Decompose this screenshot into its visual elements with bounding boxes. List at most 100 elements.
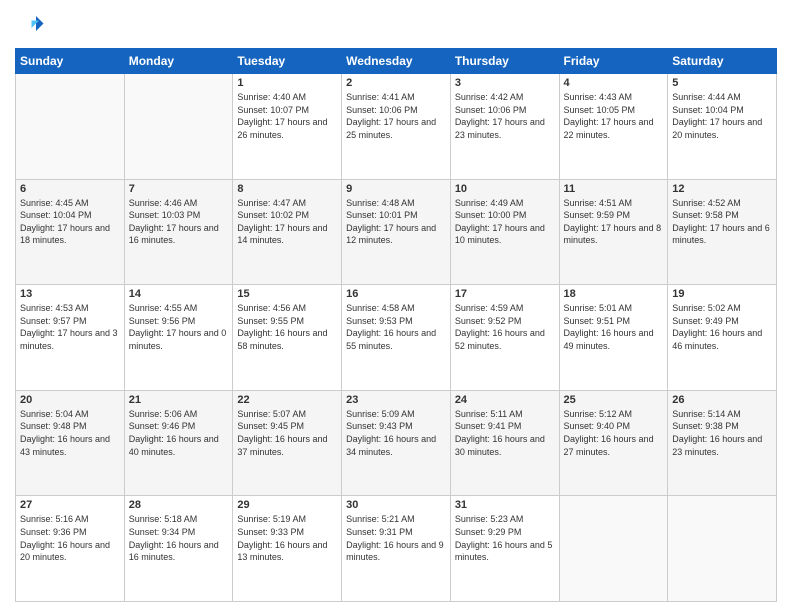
logo xyxy=(15,10,49,40)
calendar-cell: 19Sunrise: 5:02 AM Sunset: 9:49 PM Dayli… xyxy=(668,285,777,391)
cell-content: Sunrise: 5:21 AM Sunset: 9:31 PM Dayligh… xyxy=(346,513,446,563)
calendar-cell: 27Sunrise: 5:16 AM Sunset: 9:36 PM Dayli… xyxy=(16,496,125,602)
day-header: Friday xyxy=(559,49,668,74)
day-number: 26 xyxy=(672,394,772,406)
day-number: 5 xyxy=(672,77,772,89)
calendar-cell: 2 Sunrise: 4:41 AM Sunset: 10:06 PM Dayli… xyxy=(342,74,451,180)
calendar-table: SundayMondayTuesdayWednesdayThursdayFrid… xyxy=(15,48,777,602)
cell-content: Sunrise: 4:47 AM Sunset: 10:02 PM Daylig… xyxy=(237,197,337,247)
day-header: Monday xyxy=(124,49,233,74)
day-number: 17 xyxy=(455,288,555,300)
day-number: 2 xyxy=(346,77,446,89)
day-number: 7 xyxy=(129,183,229,195)
day-number: 27 xyxy=(20,499,120,511)
cell-content: Sunrise: 5:11 AM Sunset: 9:41 PM Dayligh… xyxy=(455,408,555,458)
day-number: 31 xyxy=(455,499,555,511)
day-number: 4 xyxy=(564,77,664,89)
calendar-cell: 10 Sunrise: 4:49 AM Sunset: 10:00 PM Dayl… xyxy=(450,179,559,285)
calendar-week-row: 27Sunrise: 5:16 AM Sunset: 9:36 PM Dayli… xyxy=(16,496,777,602)
cell-content: Sunrise: 4:45 AM Sunset: 10:04 PM Daylig… xyxy=(20,197,120,247)
calendar-cell: 31 Sunrise: 5:23 AM Sunset: 9:29 PM Dayli… xyxy=(450,496,559,602)
header xyxy=(15,10,777,40)
day-number: 9 xyxy=(346,183,446,195)
day-number: 28 xyxy=(129,499,229,511)
calendar-cell: 12 Sunrise: 4:52 AM Sunset: 9:58 PM Dayli… xyxy=(668,179,777,285)
cell-content: Sunrise: 4:58 AM Sunset: 9:53 PM Dayligh… xyxy=(346,302,446,352)
day-number: 12 xyxy=(672,183,772,195)
cell-content: Sunrise: 5:04 AM Sunset: 9:48 PM Dayligh… xyxy=(20,408,120,458)
day-number: 6 xyxy=(20,183,120,195)
calendar-cell: 5 Sunrise: 4:44 AM Sunset: 10:04 PM Dayli… xyxy=(668,74,777,180)
cell-content: Sunrise: 4:48 AM Sunset: 10:01 PM Daylig… xyxy=(346,197,446,247)
cell-content: Sunrise: 5:12 AM Sunset: 9:40 PM Dayligh… xyxy=(564,408,664,458)
calendar-cell: 24 Sunrise: 5:11 AM Sunset: 9:41 PM Dayli… xyxy=(450,390,559,496)
cell-content: Sunrise: 4:53 AM Sunset: 9:57 PM Dayligh… xyxy=(20,302,120,352)
calendar-cell: 8Sunrise: 4:47 AM Sunset: 10:02 PM Dayli… xyxy=(233,179,342,285)
cell-content: Sunrise: 5:09 AM Sunset: 9:43 PM Dayligh… xyxy=(346,408,446,458)
calendar-cell: 16 Sunrise: 4:58 AM Sunset: 9:53 PM Dayli… xyxy=(342,285,451,391)
day-number: 30 xyxy=(346,499,446,511)
day-header: Tuesday xyxy=(233,49,342,74)
cell-content: Sunrise: 4:52 AM Sunset: 9:58 PM Dayligh… xyxy=(672,197,772,247)
calendar-cell: 1 Sunrise: 4:40 AM Sunset: 10:07 PM Dayli… xyxy=(233,74,342,180)
calendar-cell xyxy=(16,74,125,180)
cell-content: Sunrise: 4:44 AM Sunset: 10:04 PM Daylig… xyxy=(672,91,772,141)
cell-content: Sunrise: 4:51 AM Sunset: 9:59 PM Dayligh… xyxy=(564,197,664,247)
calendar-cell: 14 Sunrise: 4:55 AM Sunset: 9:56 PM Dayli… xyxy=(124,285,233,391)
calendar-body: 1 Sunrise: 4:40 AM Sunset: 10:07 PM Dayli… xyxy=(16,74,777,602)
day-header: Wednesday xyxy=(342,49,451,74)
calendar-cell xyxy=(668,496,777,602)
calendar-cell: 9 Sunrise: 4:48 AM Sunset: 10:01 PM Dayli… xyxy=(342,179,451,285)
day-number: 3 xyxy=(455,77,555,89)
cell-content: Sunrise: 5:18 AM Sunset: 9:34 PM Dayligh… xyxy=(129,513,229,563)
calendar-cell: 15 Sunrise: 4:56 AM Sunset: 9:55 PM Dayli… xyxy=(233,285,342,391)
day-number: 14 xyxy=(129,288,229,300)
calendar-week-row: 20 Sunrise: 5:04 AM Sunset: 9:48 PM Dayli… xyxy=(16,390,777,496)
calendar-cell: 3 Sunrise: 4:42 AM Sunset: 10:06 PM Dayli… xyxy=(450,74,559,180)
day-number: 10 xyxy=(455,183,555,195)
day-header: Saturday xyxy=(668,49,777,74)
day-number: 11 xyxy=(564,183,664,195)
cell-content: Sunrise: 4:49 AM Sunset: 10:00 PM Daylig… xyxy=(455,197,555,247)
day-number: 25 xyxy=(564,394,664,406)
calendar-cell xyxy=(124,74,233,180)
day-number: 22 xyxy=(237,394,337,406)
cell-content: Sunrise: 4:42 AM Sunset: 10:06 PM Daylig… xyxy=(455,91,555,141)
cell-content: Sunrise: 5:14 AM Sunset: 9:38 PM Dayligh… xyxy=(672,408,772,458)
day-number: 13 xyxy=(20,288,120,300)
calendar-cell: 26 Sunrise: 5:14 AM Sunset: 9:38 PM Dayli… xyxy=(668,390,777,496)
day-number: 21 xyxy=(129,394,229,406)
cell-content: Sunrise: 5:07 AM Sunset: 9:45 PM Dayligh… xyxy=(237,408,337,458)
calendar-cell: 17Sunrise: 4:59 AM Sunset: 9:52 PM Dayli… xyxy=(450,285,559,391)
calendar-cell: 4 Sunrise: 4:43 AM Sunset: 10:05 PM Dayli… xyxy=(559,74,668,180)
day-number: 15 xyxy=(237,288,337,300)
calendar-cell: 30 Sunrise: 5:21 AM Sunset: 9:31 PM Dayli… xyxy=(342,496,451,602)
cell-content: Sunrise: 4:55 AM Sunset: 9:56 PM Dayligh… xyxy=(129,302,229,352)
logo-icon xyxy=(15,10,45,40)
calendar-week-row: 6 Sunrise: 4:45 AM Sunset: 10:04 PM Dayli… xyxy=(16,179,777,285)
day-number: 20 xyxy=(20,394,120,406)
day-number: 29 xyxy=(237,499,337,511)
calendar-week-row: 1 Sunrise: 4:40 AM Sunset: 10:07 PM Dayli… xyxy=(16,74,777,180)
cell-content: Sunrise: 4:43 AM Sunset: 10:05 PM Daylig… xyxy=(564,91,664,141)
calendar-week-row: 13 Sunrise: 4:53 AM Sunset: 9:57 PM Dayli… xyxy=(16,285,777,391)
day-number: 16 xyxy=(346,288,446,300)
calendar-cell: 13 Sunrise: 4:53 AM Sunset: 9:57 PM Dayli… xyxy=(16,285,125,391)
day-number: 23 xyxy=(346,394,446,406)
calendar-cell xyxy=(559,496,668,602)
calendar-cell: 11 Sunrise: 4:51 AM Sunset: 9:59 PM Dayli… xyxy=(559,179,668,285)
day-number: 1 xyxy=(237,77,337,89)
calendar-cell: 25 Sunrise: 5:12 AM Sunset: 9:40 PM Dayli… xyxy=(559,390,668,496)
cell-content: Sunrise: 4:41 AM Sunset: 10:06 PM Daylig… xyxy=(346,91,446,141)
cell-content: Sunrise: 4:46 AM Sunset: 10:03 PM Daylig… xyxy=(129,197,229,247)
day-number: 19 xyxy=(672,288,772,300)
cell-content: Sunrise: 4:40 AM Sunset: 10:07 PM Daylig… xyxy=(237,91,337,141)
cell-content: Sunrise: 5:06 AM Sunset: 9:46 PM Dayligh… xyxy=(129,408,229,458)
day-header: Thursday xyxy=(450,49,559,74)
day-number: 24 xyxy=(455,394,555,406)
calendar-cell: 22 Sunrise: 5:07 AM Sunset: 9:45 PM Dayli… xyxy=(233,390,342,496)
cell-content: Sunrise: 4:56 AM Sunset: 9:55 PM Dayligh… xyxy=(237,302,337,352)
day-number: 18 xyxy=(564,288,664,300)
calendar-cell: 28 Sunrise: 5:18 AM Sunset: 9:34 PM Dayli… xyxy=(124,496,233,602)
cell-content: Sunrise: 5:23 AM Sunset: 9:29 PM Dayligh… xyxy=(455,513,555,563)
